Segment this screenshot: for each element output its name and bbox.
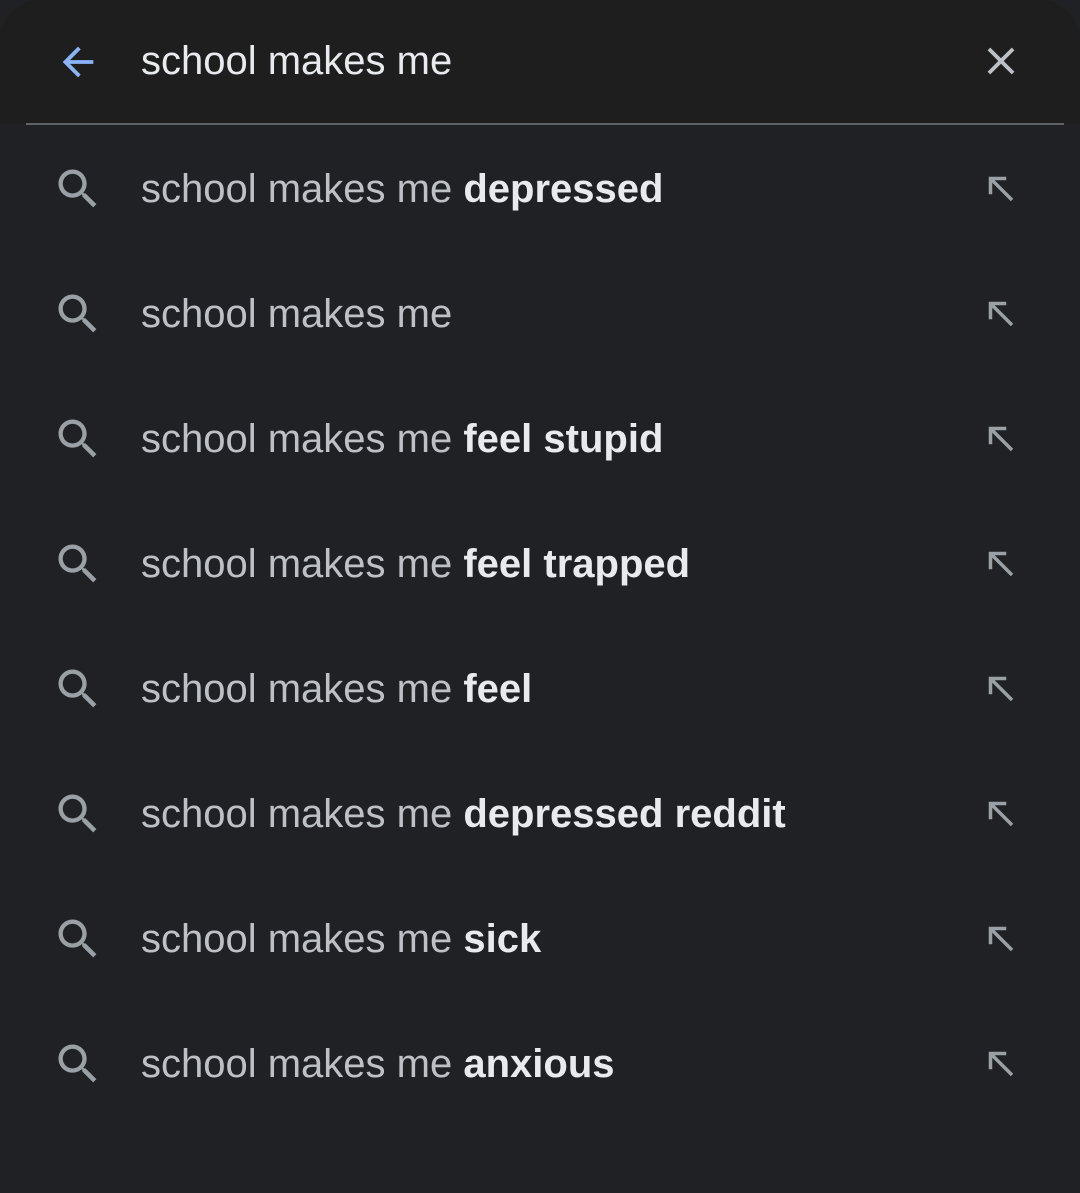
suggestion-item[interactable]: school makes me feel stupid [0,375,1080,500]
search-icon [58,294,97,333]
search-icon [58,169,97,208]
suggestion-item[interactable]: school makes me anxious [0,1000,1080,1125]
fill-query-button[interactable] [975,413,1027,465]
search-icon [58,669,97,708]
fill-query-button[interactable] [975,538,1027,590]
fill-query-button[interactable] [975,163,1027,215]
arrow-up-left-icon [988,801,1014,827]
fill-query-button[interactable] [975,663,1027,715]
fill-query-button[interactable] [975,913,1027,965]
suggestion-completion: anxious [463,1042,615,1086]
suggestion-completion: feel [463,667,533,711]
suggestion-prefix: school makes me [141,667,453,711]
suggestion-text: school makes me feel [141,663,532,715]
fill-query-button[interactable] [975,1038,1027,1090]
arrow-back-icon [62,46,94,78]
suggestion-completion: feel trapped [463,542,691,586]
fill-query-button[interactable] [975,788,1027,840]
suggestion-item[interactable]: school makes me feel [0,625,1080,750]
suggestion-item[interactable]: school makes me depressed reddit [0,750,1080,875]
suggestion-prefix: school makes me [141,792,453,836]
suggestion-completion: depressed reddit [463,792,786,836]
clear-button[interactable] [970,30,1032,92]
fill-query-button[interactable] [975,288,1027,340]
arrow-up-left-icon [988,1051,1014,1077]
suggestion-completion: sick [463,917,542,961]
suggestion-prefix: school makes me [141,417,453,461]
suggestion-prefix: school makes me [141,542,453,586]
suggestion-text: school makes me feel trapped [141,538,690,590]
suggestion-completion: feel stupid [463,417,664,461]
suggestion-prefix: school makes me [141,167,453,211]
suggestion-text: school makes me feel stupid [141,413,663,465]
suggestion-text: school makes me depressed reddit [141,788,786,840]
suggestion-item[interactable]: school makes me feel trapped [0,500,1080,625]
suggestion-item[interactable]: school makes me sick [0,875,1080,1000]
arrow-up-left-icon [988,176,1014,202]
search-icon [58,919,97,958]
search-header [0,0,1080,124]
suggestion-text: school makes me depressed [141,163,663,215]
search-icon [58,544,97,583]
suggestion-prefix: school makes me [141,292,453,336]
back-button[interactable] [48,32,108,92]
arrow-up-left-icon [988,676,1014,702]
suggestion-list: school makes me depressed school makes m… [0,125,1080,1125]
arrow-up-left-icon [988,551,1014,577]
arrow-up-left-icon [988,926,1014,952]
search-input[interactable] [141,30,941,92]
search-icon [58,794,97,833]
suggestion-text: school makes me [141,288,452,340]
suggestion-text: school makes me anxious [141,1038,615,1090]
close-icon [987,47,1015,75]
suggestion-item[interactable]: school makes me [0,250,1080,375]
search-icon [58,1044,97,1083]
arrow-up-left-icon [988,426,1014,452]
suggestion-item[interactable]: school makes me depressed [0,125,1080,250]
arrow-up-left-icon [988,301,1014,327]
suggestion-prefix: school makes me [141,917,453,961]
suggestion-prefix: school makes me [141,1042,453,1086]
search-screen: school makes me depressed school makes m… [0,0,1080,1193]
search-icon [58,419,97,458]
suggestion-completion: depressed [463,167,664,211]
suggestion-text: school makes me sick [141,913,541,965]
